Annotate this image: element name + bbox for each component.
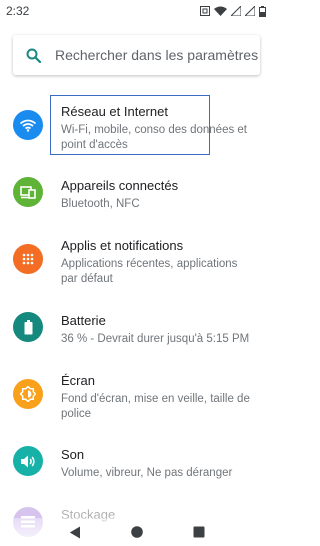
- settings-item-subtitle: Volume, vibreur, Ne pas déranger: [61, 467, 233, 479]
- settings-item-subtitle: Applications récentes, applications par …: [61, 258, 238, 285]
- status-icons: [200, 5, 266, 17]
- settings-item-connected-devices[interactable]: Appareils connectés Bluetooth, NFC: [0, 170, 273, 215]
- brightness-icon: [13, 379, 43, 409]
- wifi-status-icon: [214, 6, 227, 16]
- settings-item-subtitle: Bluetooth, NFC: [61, 198, 140, 210]
- signal-icon-2: [245, 6, 255, 16]
- recents-icon[interactable]: [193, 526, 205, 538]
- settings-item-display[interactable]: Écran Fond d'écran, mise en veille, tail…: [0, 365, 273, 425]
- signal-icon-1: [231, 6, 241, 16]
- settings-item-title: Son: [61, 447, 85, 462]
- nfc-icon: [200, 6, 210, 16]
- search-icon: [26, 48, 41, 63]
- battery-status-icon: [259, 5, 266, 17]
- settings-item-battery[interactable]: Batterie 36 % - Devrait durer jusqu'à 5:…: [0, 305, 273, 350]
- devices-icon: [13, 177, 43, 207]
- wifi-icon: [13, 110, 43, 140]
- status-bar: 2:32: [0, 0, 273, 22]
- settings-item-subtitle: Wi-Fi, mobile, conso des données et poin…: [61, 124, 248, 151]
- back-icon[interactable]: [69, 526, 81, 539]
- settings-item-title: Appareils connectés: [61, 178, 179, 193]
- settings-item-apps[interactable]: Applis et notifications Applications réc…: [0, 230, 273, 290]
- settings-item-sound[interactable]: Son Volume, vibreur, Ne pas déranger: [0, 439, 273, 484]
- search-bar[interactable]: Rechercher dans les paramètres: [13, 35, 260, 75]
- settings-item-title: Écran: [61, 373, 95, 388]
- settings-item-subtitle: 36 % - Devrait durer jusqu'à 5:15 PM: [61, 333, 250, 345]
- volume-icon: [13, 446, 43, 476]
- battery-icon: [13, 312, 43, 342]
- navigation-bar: [0, 518, 273, 546]
- settings-item-subtitle: Fond d'écran, mise en veille, taille de …: [61, 393, 250, 420]
- settings-item-title: Réseau et Internet: [61, 104, 168, 119]
- settings-item-title: Batterie: [61, 313, 106, 328]
- home-icon[interactable]: [130, 526, 143, 538]
- search-placeholder: Rechercher dans les paramètres: [55, 47, 259, 63]
- settings-item-title: Applis et notifications: [61, 238, 184, 253]
- status-time: 2:32: [6, 4, 30, 18]
- apps-icon: [13, 244, 43, 274]
- settings-item-network[interactable]: Réseau et Internet Wi-Fi, mobile, conso …: [0, 96, 273, 156]
